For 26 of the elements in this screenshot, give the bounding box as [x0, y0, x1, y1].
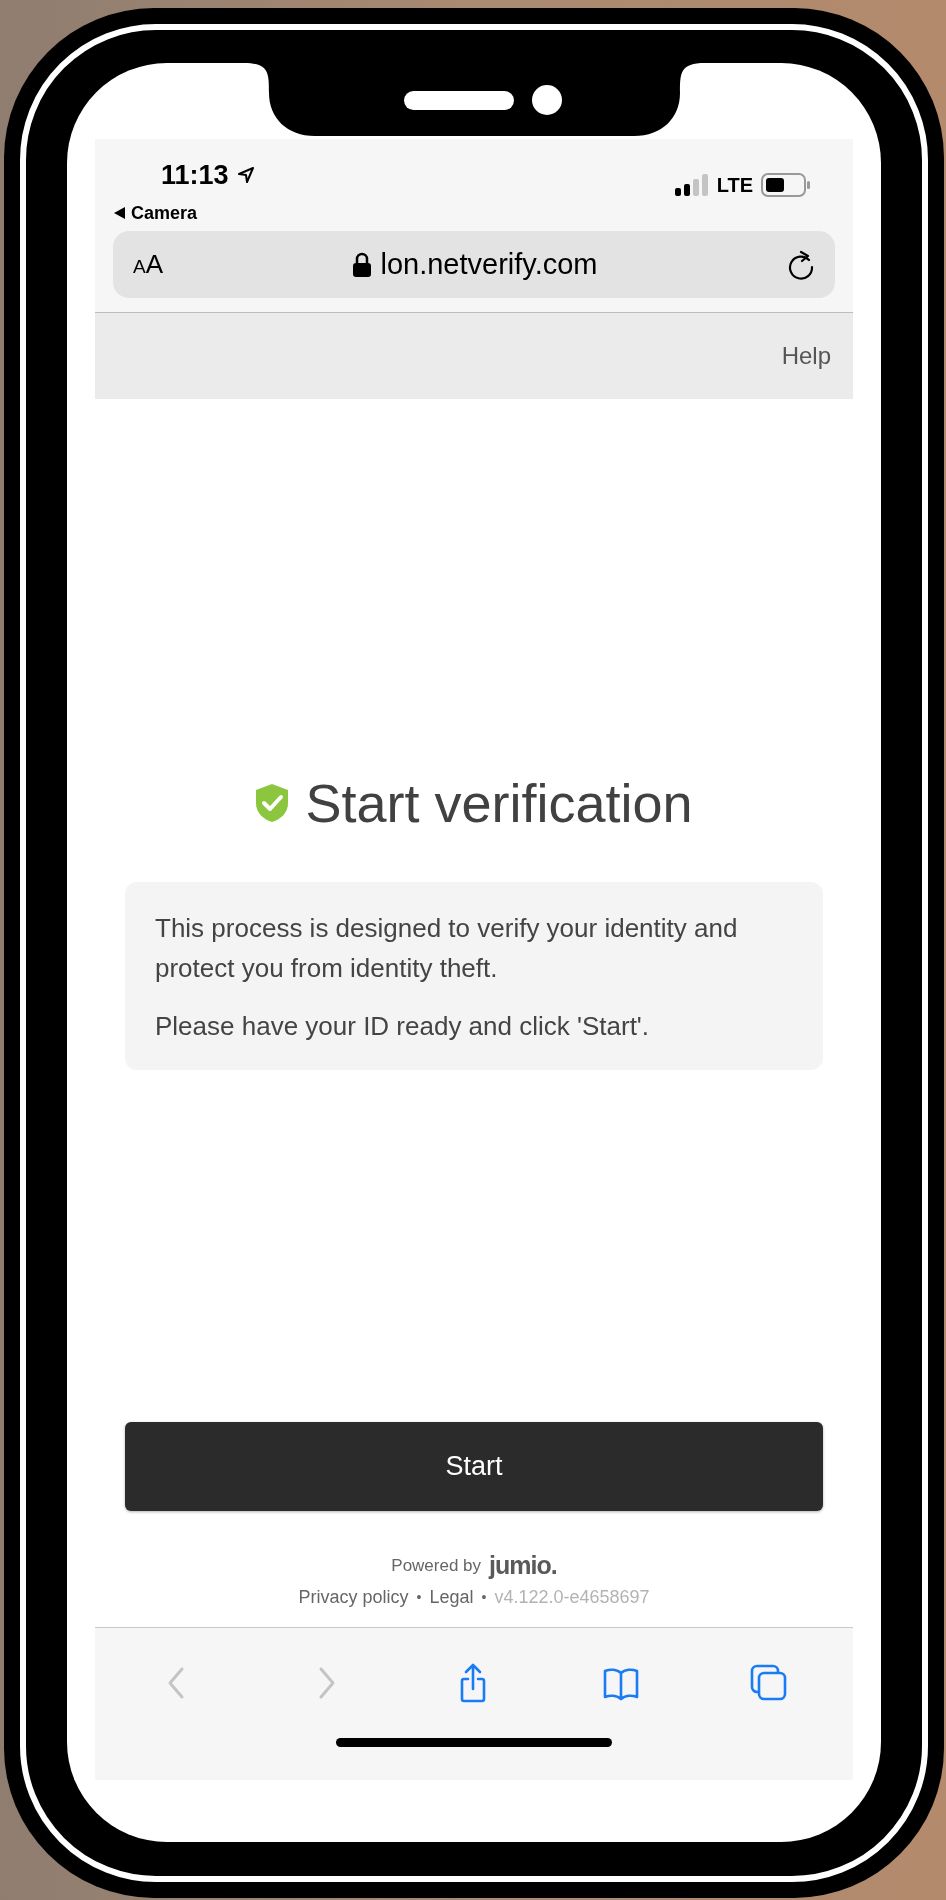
footer-link[interactable]: Privacy policy: [298, 1584, 409, 1611]
start-button[interactable]: Start: [125, 1421, 823, 1511]
shield-check-icon: [255, 783, 290, 824]
overlapping-squares-icon[interactable]: [750, 1663, 789, 1703]
clock-time: 11:13: [161, 159, 229, 192]
brand-logo: jumio.: [489, 1549, 557, 1581]
info-text: This process is designed to verify your identity and protect you from identity theft.: [155, 911, 739, 985]
powered-by-text: Powered by: [391, 1554, 482, 1577]
location-arrow-icon: [236, 166, 255, 185]
info-text: Please have your ID ready and click 'Start'.: [155, 1009, 651, 1043]
reload-icon[interactable]: [787, 249, 815, 280]
page-title: Start verification: [305, 772, 693, 835]
bullet-separator: •: [481, 1588, 487, 1607]
lock-icon: [352, 251, 373, 278]
footer-link[interactable]: Legal: [429, 1584, 474, 1611]
help-link[interactable]: Help: [781, 338, 831, 374]
battery-icon: [761, 173, 811, 197]
back-triangle-icon[interactable]: [113, 206, 127, 220]
version-text: v4.122.0-e4658697: [494, 1586, 650, 1609]
text-size-button[interactable]: AA: [133, 245, 164, 284]
network-type: LTE: [716, 173, 753, 198]
back-to-app-link[interactable]: Camera: [131, 199, 198, 227]
bullet-separator: •: [416, 1588, 422, 1607]
address-bar[interactable]: AA lon.netverify.com: [113, 231, 835, 298]
signal-icon: [674, 174, 709, 196]
url-text: lon.netverify.com: [380, 246, 598, 282]
